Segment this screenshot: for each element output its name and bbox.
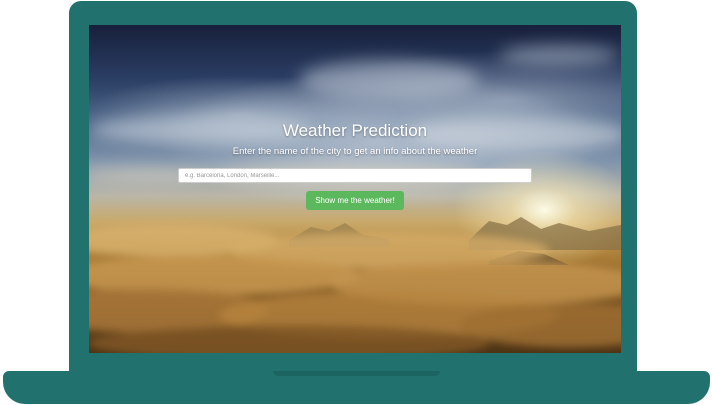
city-search-input[interactable]	[178, 168, 532, 183]
show-weather-button[interactable]: Show me the weather!	[306, 191, 404, 210]
laptop-base	[3, 371, 710, 404]
laptop-screen: Weather Prediction Enter the name of the…	[89, 25, 621, 353]
laptop-mockup: Weather Prediction Enter the name of the…	[0, 0, 712, 405]
laptop-hinge-notch	[273, 371, 440, 376]
page-title: Weather Prediction	[282, 121, 428, 140]
hero-section: Weather Prediction Enter the name of the…	[89, 25, 621, 353]
page-subtitle: Enter the name of the city to get an inf…	[232, 146, 478, 157]
